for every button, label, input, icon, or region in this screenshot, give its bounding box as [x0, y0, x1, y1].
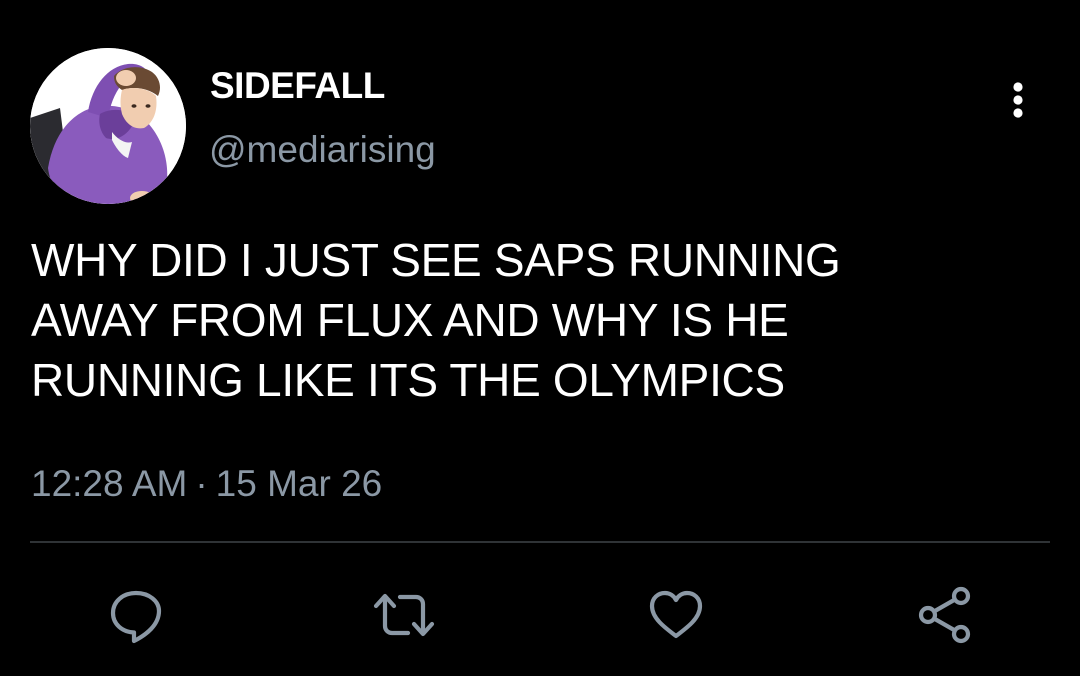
- action-bar: [0, 580, 1080, 650]
- tweet-text-line: RUNNING LIKE ITS THE OLYMPICS: [31, 354, 785, 406]
- profile-photo: [30, 48, 186, 204]
- reply-icon: [110, 590, 162, 644]
- like-button[interactable]: [641, 580, 711, 650]
- author-display-name[interactable]: SIDEFALL: [210, 64, 385, 108]
- tweet-text-line: AWAY FROM FLUX AND WHY IS HE: [31, 294, 789, 346]
- heart-icon: [649, 590, 703, 639]
- tweet-text-line: WHY DID I JUST SEE SAPS RUNNING: [31, 234, 841, 286]
- retweet-icon: [373, 593, 435, 637]
- share-button[interactable]: [910, 580, 980, 650]
- tweet-text: WHY DID I JUST SEE SAPS RUNNING AWAY FRO…: [31, 230, 1041, 410]
- retweet-button[interactable]: [369, 580, 439, 650]
- tweet-date: 15 Mar 26: [215, 463, 383, 504]
- tweet-time: 12:28 AM: [31, 463, 188, 504]
- timestamp-separator: ·: [195, 463, 208, 504]
- more-vertical-icon: [1013, 82, 1023, 118]
- reply-button[interactable]: [101, 580, 171, 650]
- divider: [30, 541, 1050, 543]
- share-icon: [918, 586, 971, 644]
- tweet-timestamp[interactable]: 12:28 AM · 15 Mar 26: [31, 462, 382, 506]
- more-options-button[interactable]: [996, 78, 1040, 122]
- author-handle[interactable]: @mediarising: [209, 128, 436, 172]
- avatar[interactable]: [30, 48, 186, 204]
